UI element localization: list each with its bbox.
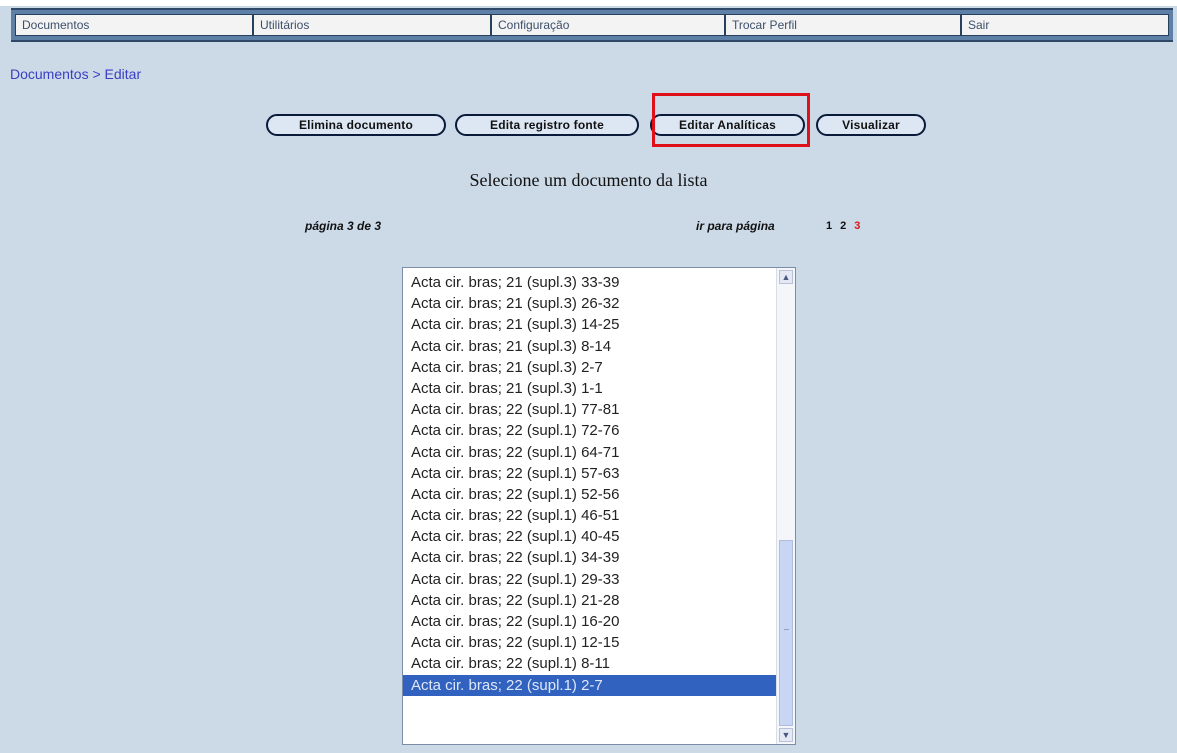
list-item[interactable]: Acta cir. bras; 22 (supl.1) 12-15 (403, 632, 777, 653)
page-heading: Selecione um documento da lista (469, 170, 708, 190)
list-item-selected[interactable]: Acta cir. bras; 22 (supl.1) 2-7 (403, 674, 777, 696)
list-item[interactable]: Acta cir. bras; 22 (supl.1) 64-71 (403, 442, 777, 463)
goto-page-label: ir para página (696, 219, 775, 233)
list-item[interactable]: Acta cir. bras; 21 (supl.3) 8-14 (403, 336, 777, 357)
highlight-box (652, 93, 810, 147)
list-item[interactable]: Acta cir. bras; 21 (supl.3) 33-39 (403, 272, 777, 293)
document-listbox[interactable]: Acta cir. bras; 21 (supl.3) 33-39 Acta ci… (402, 267, 796, 745)
page-info: página 3 de 3 (305, 219, 382, 233)
list-item[interactable]: Acta cir. bras; 22 (supl.1) 21-28 (403, 590, 777, 611)
nav-item-sair[interactable]: Sair (961, 14, 1169, 36)
list-item[interactable]: Acta cir. bras; 22 (supl.1) 29-33 (403, 569, 777, 590)
list-item[interactable]: Acta cir. bras; 22 (supl.1) 34-39 (403, 547, 777, 568)
list-item[interactable]: Acta cir. bras; 22 (supl.1) 72-76 (403, 420, 777, 441)
list-item[interactable]: Acta cir. bras; 21 (supl.3) 14-25 (403, 314, 777, 335)
list-item[interactable]: Acta cir. bras; 22 (supl.1) 57-63 (403, 463, 777, 484)
nav-item-trocar-perfil[interactable]: Trocar Perfil (725, 14, 961, 36)
document-list: Acta cir. bras; 21 (supl.3) 33-39 Acta ci… (403, 272, 777, 696)
page-link-2[interactable]: 2 (840, 220, 846, 232)
action-buttons: Elimina documento Edita registro fonte E… (0, 110, 1177, 140)
list-item[interactable]: Acta cir. bras; 22 (supl.1) 8-11 (403, 653, 777, 674)
page-link-1[interactable]: 1 (826, 220, 832, 232)
list-item[interactable]: Acta cir. bras; 21 (supl.3) 2-7 (403, 357, 777, 378)
view-button[interactable]: Visualizar (816, 114, 926, 136)
thumb-grip (784, 629, 789, 630)
list-item[interactable]: Acta cir. bras; 21 (supl.3) 1-1 (403, 378, 777, 399)
arrow-down-icon[interactable]: ▼ (779, 728, 793, 742)
list-item[interactable]: Acta cir. bras; 22 (supl.1) 40-45 (403, 526, 777, 547)
list-item[interactable]: Acta cir. bras; 21 (supl.3) 26-32 (403, 293, 777, 314)
list-item[interactable]: Acta cir. bras; 22 (supl.1) 16-20 (403, 611, 777, 632)
nav-item-utilitarios[interactable]: Utilitários (253, 14, 491, 36)
nav-item-documentos[interactable]: Documentos (15, 14, 253, 36)
list-item[interactable]: Acta cir. bras; 22 (supl.1) 77-81 (403, 399, 777, 420)
list-scrollbar[interactable]: ▲ ▼ (776, 268, 795, 744)
delete-document-button[interactable]: Elimina documento (266, 114, 446, 136)
nav-item-configuracao[interactable]: Configuração (491, 14, 725, 36)
pagination-links: 123 (826, 220, 868, 232)
list-item[interactable]: Acta cir. bras; 22 (supl.1) 52-56 (403, 484, 777, 505)
edit-source-record-button[interactable]: Edita registro fonte (455, 114, 639, 136)
breadcrumb[interactable]: Documentos > Editar (10, 66, 141, 82)
scrollbar-thumb[interactable] (779, 540, 793, 726)
list-item[interactable]: Acta cir. bras; 22 (supl.1) 46-51 (403, 505, 777, 526)
page-link-3-current[interactable]: 3 (854, 220, 860, 232)
main-nav-bar: Documentos Utilitários Configuração Troc… (11, 8, 1173, 42)
top-border (0, 0, 1177, 6)
arrow-up-icon[interactable]: ▲ (779, 270, 793, 284)
